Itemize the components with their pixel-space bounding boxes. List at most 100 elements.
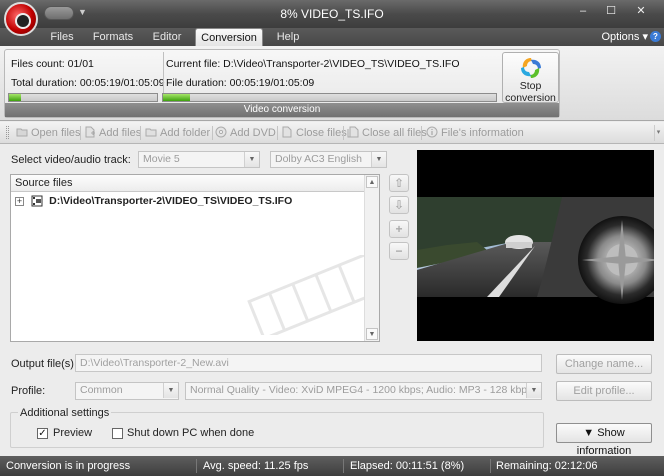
source-files-header: Source files <box>11 175 379 192</box>
status-remaining: Remaining: 02:12:06 <box>496 460 598 472</box>
output-label: Output file(s): <box>11 358 78 370</box>
shutdown-checkbox[interactable] <box>112 428 123 439</box>
open-files-label: Open files <box>31 127 81 139</box>
tab-help[interactable]: Help <box>270 28 306 46</box>
file-information-button[interactable]: File's information <box>426 126 524 140</box>
film-file-icon <box>31 195 43 207</box>
list-item[interactable]: + D:\Video\Transporter-2\VIDEO_TS\VIDEO_… <box>15 195 292 209</box>
app-logo-icon[interactable] <box>4 2 38 36</box>
tab-editor[interactable]: Editor <box>144 28 190 46</box>
additional-settings-group: Additional settings ✓ Preview Shut down … <box>10 407 544 448</box>
toolbar-separator <box>343 126 344 140</box>
title-bar: ▼ 8% VIDEO_TS.IFO – ☐ ✕ <box>0 0 664 28</box>
status-separator <box>196 459 197 473</box>
output-file-value: D:\Video\Transporter-2_New.avi <box>80 357 229 369</box>
toolbar-overflow-icon[interactable]: ▾ <box>654 125 662 141</box>
file-duration: File duration: 00:05:19/01:05:09 <box>166 77 315 89</box>
preview-checkbox[interactable]: ✓ <box>37 428 48 439</box>
add-dvd-label: Add DVD <box>230 127 276 139</box>
close-file-icon <box>282 126 292 138</box>
close-all-files-label: Close all files <box>362 127 427 139</box>
add-files-label: Add files <box>99 127 142 139</box>
track-label: Select video/audio track: <box>11 154 131 166</box>
toolbar-separator <box>277 126 278 140</box>
chevron-down-icon: ▾ <box>642 31 648 43</box>
expand-icon[interactable]: + <box>15 196 24 206</box>
chevron-down-icon: ▼ <box>244 152 259 167</box>
source-scrollbar[interactable]: ▲ ▼ <box>364 175 379 341</box>
close-all-files-icon <box>347 126 359 138</box>
tab-conversion[interactable]: Conversion <box>195 28 263 46</box>
video-preview <box>417 150 654 341</box>
edit-profile-button[interactable]: Edit profile... <box>556 381 652 401</box>
toolbar-separator <box>212 126 213 140</box>
scroll-up-icon[interactable]: ▲ <box>366 176 378 188</box>
scroll-down-icon[interactable]: ▼ <box>366 328 378 340</box>
video-conversion-group: Files count: 01/01 Total duration: 00:05… <box>4 49 560 118</box>
add-item-button[interactable]: + <box>389 220 409 238</box>
ribbon-tabs: Files Formats Editor Conversion Help Opt… <box>0 28 664 46</box>
stop-conversion-button[interactable]: Stop conversion ▾ <box>502 52 559 114</box>
status-separator <box>490 459 491 473</box>
maximize-button[interactable]: ☐ <box>602 4 620 18</box>
chevron-down-icon: ▼ <box>163 383 178 398</box>
arrow-up-icon: ⇧ <box>393 176 405 190</box>
current-file: Current file: D:\Video\Transporter-2\VID… <box>166 58 460 70</box>
change-name-button[interactable]: Change name... <box>556 354 652 374</box>
profile-category-value: Common <box>80 384 123 396</box>
tab-files[interactable]: Files <box>44 28 80 46</box>
add-files-button[interactable]: Add files <box>84 126 141 140</box>
source-files-list[interactable]: Source files + D:\Video\Transporter-2\VI… <box>10 174 380 342</box>
files-count: Files count: 01/01 <box>11 58 94 70</box>
audio-track-select[interactable]: Dolby AC3 English ▼ <box>270 151 387 168</box>
toolbar-grip[interactable] <box>6 126 9 139</box>
move-down-button[interactable]: ⇩ <box>389 196 409 214</box>
file-progress-bar <box>162 93 497 102</box>
profile-label: Profile: <box>11 385 46 397</box>
add-dvd-button[interactable]: Add DVD <box>215 126 276 140</box>
preview-frame-image <box>417 150 654 341</box>
options-menu[interactable]: Options ▾ <box>601 28 648 46</box>
file-information-label: File's information <box>441 127 524 139</box>
group-caption: Video conversion <box>5 103 559 117</box>
help-icon[interactable]: ? <box>650 31 661 42</box>
stop-label-line1: Stop <box>519 80 542 92</box>
move-up-button[interactable]: ⇧ <box>389 174 409 192</box>
total-progress-bar <box>8 93 158 102</box>
chevron-down-icon: ▼ <box>371 152 386 167</box>
video-track-select[interactable]: Movie 5 ▼ <box>138 151 260 168</box>
add-folder-button[interactable]: Add folder <box>145 126 210 140</box>
profile-preset-value: Normal Quality - Video: XviD MPEG4 - 120… <box>190 384 533 396</box>
stop-conversion-icon <box>520 58 541 78</box>
preview-checkbox-label[interactable]: Preview <box>53 427 92 439</box>
minus-icon: − <box>395 244 403 258</box>
minimize-button[interactable]: – <box>574 4 592 18</box>
toolbar-separator <box>80 126 81 140</box>
toolbar-separator <box>140 126 141 140</box>
source-file-path: D:\Video\Transporter-2\VIDEO_TS\VIDEO_TS… <box>49 195 293 208</box>
add-folder-icon <box>145 128 157 137</box>
tab-formats[interactable]: Formats <box>88 28 138 46</box>
info-icon <box>426 126 438 138</box>
close-files-button[interactable]: Close files <box>281 126 347 140</box>
shutdown-checkbox-label[interactable]: Shut down PC when done <box>127 427 254 439</box>
chevron-down-icon: ▼ <box>526 383 541 398</box>
add-folder-label: Add folder <box>160 127 211 139</box>
status-bar: Conversion is in progress Avg. speed: 11… <box>0 456 664 476</box>
film-strip-watermark <box>247 255 373 335</box>
profile-preset-select[interactable]: Normal Quality - Video: XviD MPEG4 - 120… <box>185 382 542 400</box>
dvd-disc-icon <box>215 126 227 138</box>
add-file-icon <box>85 126 95 138</box>
output-file-field[interactable]: D:\Video\Transporter-2_New.avi <box>75 354 542 372</box>
arrow-down-icon: ⇩ <box>393 198 405 212</box>
toolbar-separator <box>421 126 422 140</box>
close-all-files-button[interactable]: Close all files <box>347 126 427 140</box>
additional-settings-title: Additional settings <box>18 407 112 419</box>
folder-open-icon <box>16 128 28 137</box>
profile-category-select[interactable]: Common ▼ <box>75 382 179 400</box>
close-button[interactable]: ✕ <box>632 4 650 18</box>
show-information-button[interactable]: ▼ Show information <box>556 423 652 457</box>
remove-item-button[interactable]: − <box>389 242 409 260</box>
open-files-button[interactable]: Open files <box>16 126 81 140</box>
check-mark-icon: ✓ <box>38 428 47 439</box>
